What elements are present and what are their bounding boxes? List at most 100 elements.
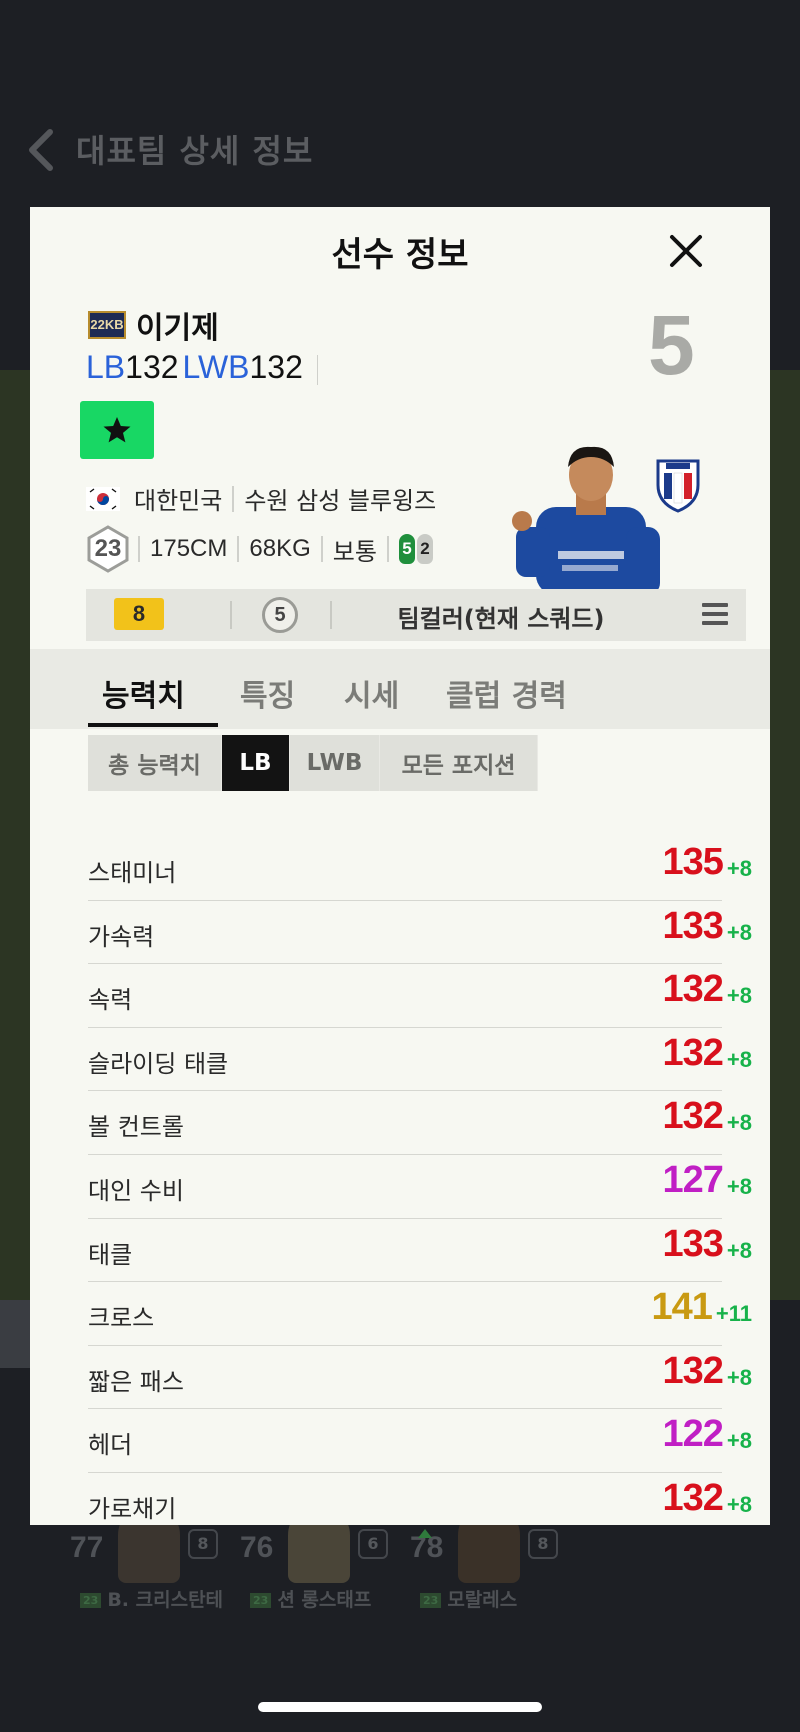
- stat-row: 볼 컨트롤 132 +8: [88, 1091, 752, 1155]
- divider: [330, 601, 332, 629]
- background-header: 대표팀 상세 정보: [0, 110, 800, 190]
- back-arrow-icon[interactable]: [22, 128, 62, 172]
- squad-info-bar: 8 5 팀컬러(현재 스쿼드): [86, 589, 746, 641]
- active-tab-indicator: [88, 723, 218, 727]
- subtab-lb[interactable]: LB: [222, 735, 290, 791]
- stat-name: 태클: [88, 1240, 133, 1269]
- player-photo: [512, 446, 660, 595]
- stat-name: 볼 컨트롤: [88, 1113, 184, 1142]
- divider: [230, 601, 232, 629]
- background-band: [0, 1300, 30, 1368]
- menu-icon[interactable]: [702, 603, 728, 627]
- stat-value-group: 141 +11: [651, 1286, 752, 1329]
- player-ovr: 77: [70, 1531, 104, 1564]
- stat-bonus: +8: [726, 856, 752, 881]
- position-ovr: 132: [249, 349, 303, 385]
- background-title: 대표팀 상세 정보: [76, 132, 314, 170]
- stat-row: 크로스 141 +11: [88, 1282, 752, 1346]
- stat-value: 133: [662, 1222, 724, 1265]
- physical-info-row: 23 175CM 68KG 보통 5 2: [86, 525, 433, 573]
- stat-value-group: 132 +8: [663, 1477, 753, 1520]
- stat-row: 가속력 133 +8: [88, 901, 752, 965]
- stat-value: 127: [662, 1158, 724, 1201]
- stat-row: 스태미너 135 +8: [88, 837, 752, 901]
- stat-name: 가로채기: [88, 1494, 177, 1523]
- stat-bonus: +8: [726, 1110, 752, 1136]
- stat-bonus: +8: [726, 1173, 752, 1199]
- position-subtabs: 총 능력치 LB LWB 모든 포지션: [88, 735, 538, 791]
- stat-value-group: 132 +8: [663, 1032, 753, 1075]
- player-ovr: 76: [240, 1531, 274, 1564]
- tab-traits[interactable]: 특징: [240, 671, 295, 715]
- stat-name: 스태미너: [88, 859, 177, 887]
- stat-row: 가로채기 132 +8: [88, 1473, 752, 1525]
- position-label: LB: [86, 349, 126, 385]
- stat-row: 속력 132 +8: [88, 964, 752, 1028]
- left-foot-icon: 5: [398, 534, 415, 564]
- stat-name: 가속력: [88, 922, 155, 951]
- stat-name: 헤더: [88, 1431, 133, 1460]
- subtab-all-positions[interactable]: 모든 포지션: [380, 735, 538, 791]
- up-arrow-icon: [418, 1529, 432, 1538]
- stat-name: 짧은 패스: [88, 1367, 184, 1396]
- player-name: 23 B. 크리스탄테: [80, 1585, 223, 1612]
- right-foot-icon: 2: [416, 534, 433, 564]
- player-info-modal: 선수 정보 22KB 이기제 LB132 LWB132 5 대한민국 수원 삼성 …: [30, 207, 770, 1525]
- stat-value: 141: [651, 1286, 712, 1329]
- age-hexagon: 23: [86, 525, 130, 573]
- korea-flag-icon: [86, 486, 120, 511]
- stat-value: 132: [662, 1095, 724, 1138]
- player-level: 8: [528, 1529, 558, 1559]
- stats-list: 스태미너 135 +8 가속력 133 +8 속력 132 +8 슬라이딩 태클 132 +8 볼 컨트…: [88, 837, 752, 1525]
- stat-row: 태클 133 +8: [88, 1219, 752, 1283]
- stat-value-group: 132 +8: [663, 968, 753, 1011]
- position-ovr: 132: [125, 349, 179, 385]
- divider: [316, 354, 318, 385]
- stat-bonus: +8: [726, 1364, 752, 1390]
- stat-bonus: +11: [715, 1301, 752, 1327]
- stat-value: 135: [662, 841, 724, 883]
- level-badge: 8: [114, 598, 164, 630]
- weight-value: 68KG: [249, 535, 311, 562]
- stat-row: 짧은 패스 132 +8: [88, 1346, 752, 1410]
- stat-bonus: +8: [726, 1046, 752, 1072]
- player-name: 23 모랄레스: [420, 1585, 517, 1612]
- stat-row: 슬라이딩 태클 132 +8: [88, 1028, 752, 1092]
- stat-value: 133: [662, 904, 724, 947]
- body-type-value: 보통: [332, 538, 377, 566]
- background-player-card[interactable]: 78 8 23 모랄레스: [410, 1505, 580, 1635]
- tab-club-career[interactable]: 클럽 경력: [446, 671, 567, 715]
- stat-row: 헤더 122 +8: [88, 1409, 752, 1473]
- season-icon: 23: [80, 1593, 102, 1608]
- close-button[interactable]: [656, 223, 716, 279]
- club-name: 수원 삼성 블루윙즈: [244, 487, 437, 515]
- background-player-card[interactable]: 76 6 23 션 롱스태프: [240, 1505, 410, 1635]
- home-indicator[interactable]: [258, 1702, 542, 1712]
- player-name: 23 션 롱스태프: [250, 1585, 371, 1612]
- enhance-level: 5: [648, 298, 695, 392]
- subtab-lwb[interactable]: LWB: [290, 735, 380, 791]
- foot-rating: 5 2: [398, 534, 433, 564]
- tab-stats[interactable]: 능력치: [102, 671, 185, 715]
- stat-row: 대인 수비 127 +8: [88, 1155, 752, 1219]
- position-label: LWB: [182, 349, 250, 385]
- stat-value-group: 135 +8: [663, 841, 753, 884]
- nation-name: 대한민국: [134, 487, 223, 515]
- tab-bar: 능력치 특징 시세 클럽 경력: [30, 649, 770, 729]
- season-icon: 23: [420, 1593, 442, 1608]
- team-color-label[interactable]: 팀컬러(현재 스쿼드): [336, 599, 666, 634]
- tab-price[interactable]: 시세: [344, 671, 399, 715]
- player-level: 8: [188, 1529, 218, 1559]
- background-player-card[interactable]: 77 8 23 B. 크리스탄테: [70, 1505, 240, 1635]
- divider: [232, 485, 235, 512]
- stat-value: 132: [662, 1031, 724, 1074]
- close-icon: [670, 235, 702, 267]
- stat-value-group: 127 +8: [663, 1159, 753, 1202]
- stat-value-group: 133 +8: [663, 1223, 753, 1266]
- favorite-button[interactable]: [80, 401, 154, 459]
- season-badge: 22KB: [88, 311, 126, 339]
- subtab-total[interactable]: 총 능력치: [88, 735, 222, 791]
- stat-name: 속력: [88, 986, 133, 1015]
- stat-bonus: +8: [726, 919, 752, 945]
- stat-value: 132: [662, 1349, 724, 1392]
